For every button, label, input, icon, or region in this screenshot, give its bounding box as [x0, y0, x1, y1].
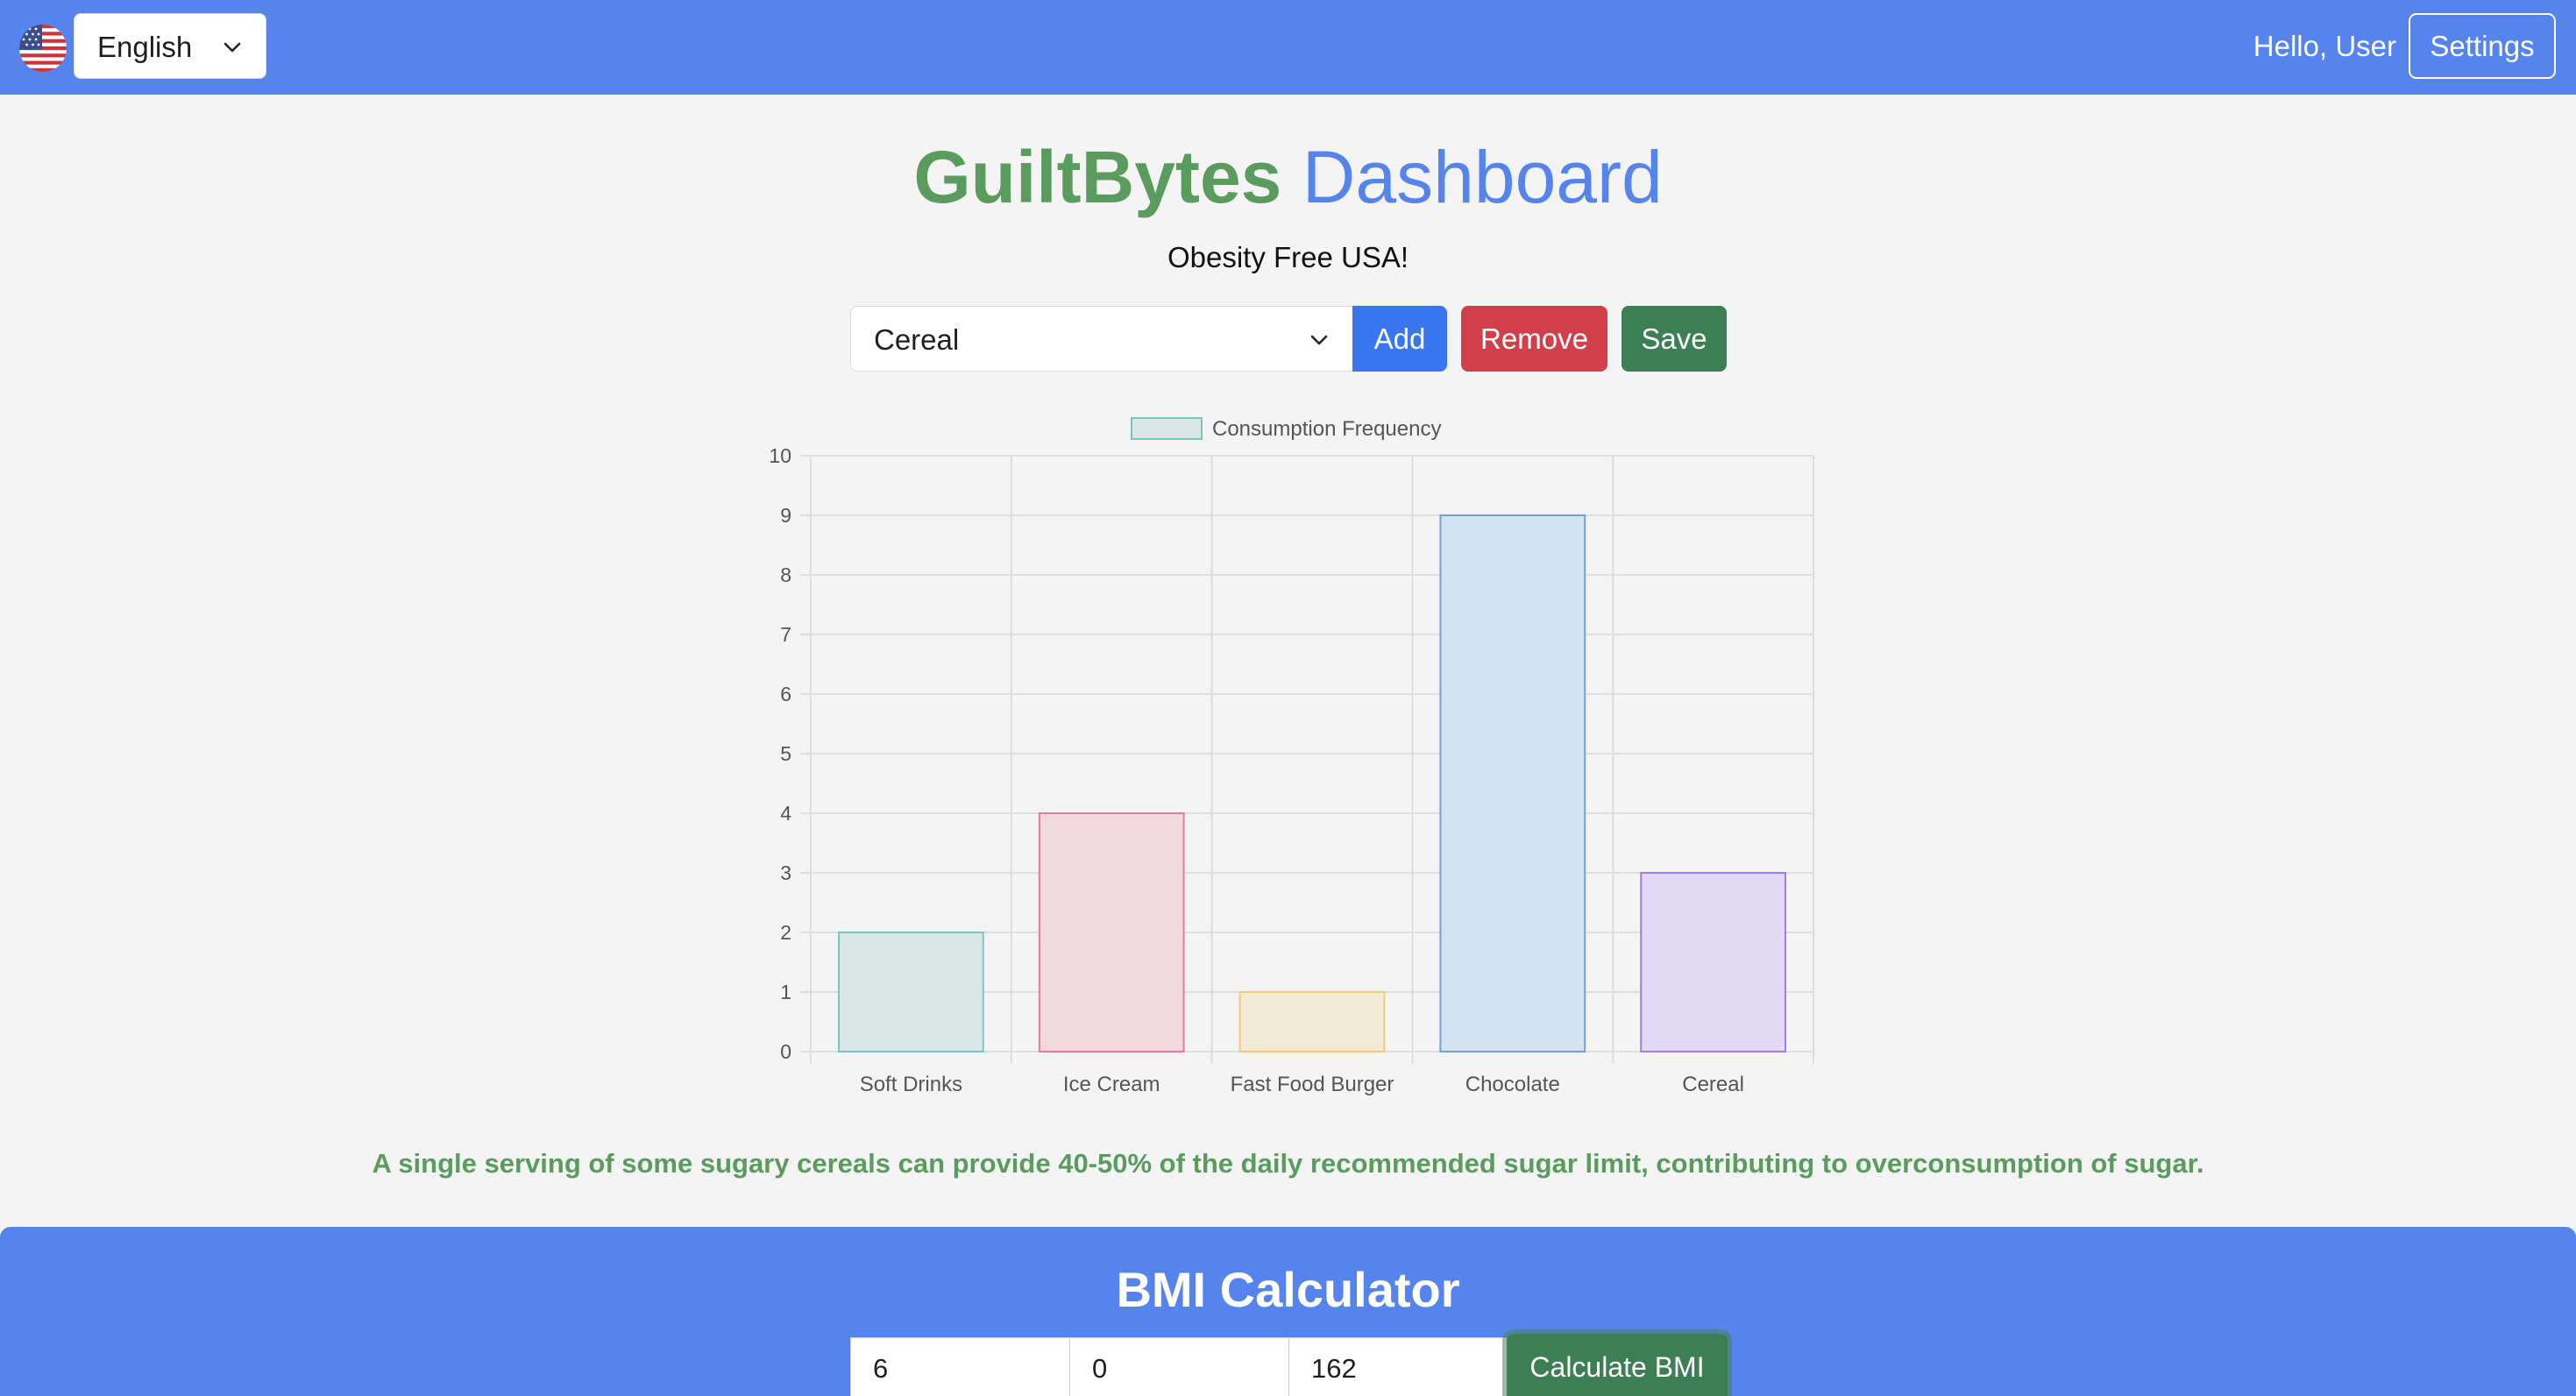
y-tick-label: 10: [769, 444, 791, 467]
legend-label: Consumption Frequency: [1212, 417, 1441, 441]
height-feet-input[interactable]: 6: [850, 1337, 1071, 1396]
page-title: GuiltBytes Dashboard: [0, 133, 2576, 221]
fact-text: A single serving of some sugary cereals …: [372, 1148, 2204, 1179]
y-tick-label: 1: [780, 981, 791, 1003]
legend-swatch: [1131, 417, 1203, 440]
chevron-down-icon: [1310, 335, 1328, 345]
bar-chocolate: [1439, 514, 1586, 1052]
y-tick-label: 9: [780, 504, 791, 527]
calculate-bmi-button[interactable]: Calculate BMI: [1507, 1334, 1728, 1396]
bar-cereal: [1640, 872, 1786, 1052]
remove-button[interactable]: Remove: [1461, 306, 1607, 372]
save-button[interactable]: Save: [1622, 306, 1727, 372]
bmi-title: BMI Calculator: [1116, 1262, 1460, 1317]
x-tick-label: Chocolate: [1465, 1073, 1560, 1096]
top-navbar: English Hello, User Settings: [0, 0, 2576, 95]
language-select-value: English: [97, 31, 193, 63]
y-tick-label: 5: [780, 742, 791, 765]
y-tick-label: 2: [780, 921, 791, 944]
user-greeting: Hello, User: [2253, 30, 2396, 62]
add-button[interactable]: Add: [1352, 306, 1447, 372]
y-tick-label: 4: [780, 802, 791, 825]
x-tick-label: Fast Food Burger: [1231, 1073, 1394, 1096]
height-inches-input[interactable]: 0: [1069, 1337, 1290, 1396]
bar-soft-drinks: [838, 932, 984, 1052]
x-tick-label: Cereal: [1682, 1073, 1744, 1096]
bar-fast-food-burger: [1238, 991, 1386, 1052]
language-select[interactable]: English: [74, 13, 266, 79]
bar-ice-cream: [1038, 812, 1185, 1052]
us-flag-icon: [19, 25, 67, 72]
y-tick-label: 7: [780, 623, 791, 646]
x-tick-label: Soft Drinks: [860, 1073, 962, 1096]
x-tick-label: Ice Cream: [1063, 1073, 1160, 1096]
food-select-value: Cereal: [874, 323, 960, 356]
page-subtitle: Obesity Free USA!: [1167, 241, 1409, 273]
weight-input[interactable]: 162: [1288, 1337, 1508, 1396]
y-tick-label: 0: [780, 1040, 791, 1063]
food-select[interactable]: Cereal: [850, 306, 1353, 372]
chevron-down-icon: [224, 42, 241, 53]
page-title-brand: GuiltBytes: [913, 136, 1282, 218]
y-tick-label: 8: [780, 563, 791, 586]
y-tick-label: 3: [780, 861, 791, 884]
page-title-suffix: Dashboard: [1302, 136, 1663, 218]
settings-button[interactable]: Settings: [2409, 13, 2556, 79]
y-tick-label: 6: [780, 683, 791, 705]
